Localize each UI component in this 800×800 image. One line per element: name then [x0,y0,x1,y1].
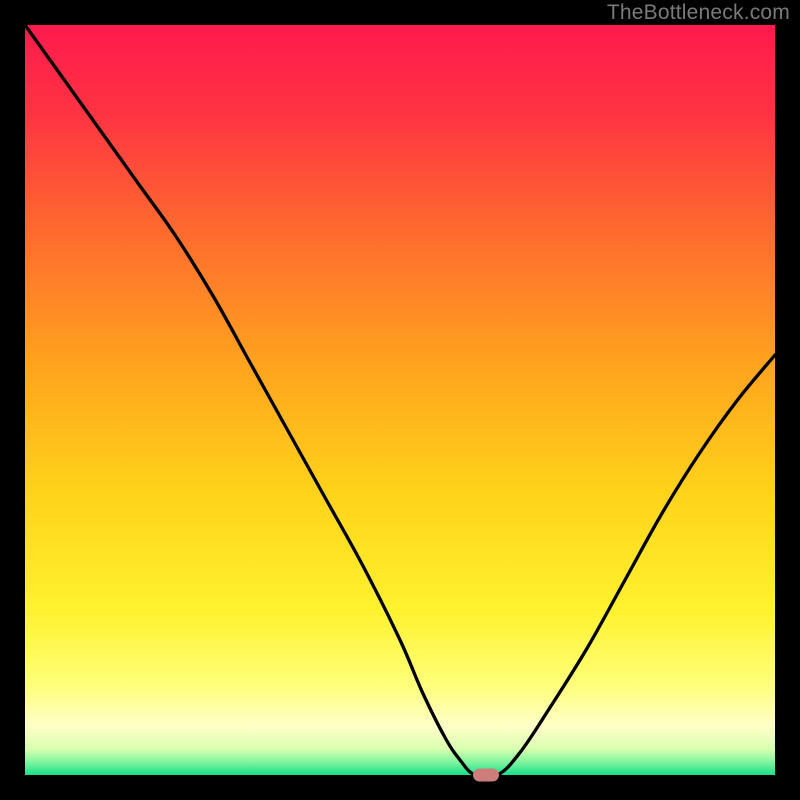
chart-frame: TheBottleneck.com [0,0,800,800]
gradient-background [25,25,775,775]
plot-area [25,25,775,775]
plot-svg [25,25,775,775]
watermark-text: TheBottleneck.com [607,1,790,25]
